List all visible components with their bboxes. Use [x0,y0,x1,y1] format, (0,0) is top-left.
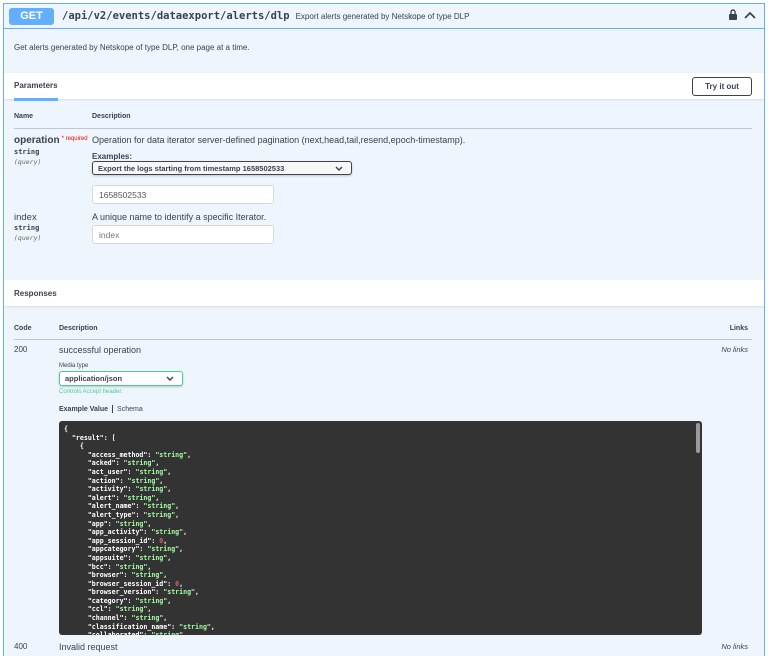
param-type: string [14,148,40,156]
responses-header: Responses [4,280,764,306]
response-code: 200 [14,345,28,354]
index-input[interactable]: index [92,225,274,244]
column-name-header: Name [14,113,34,120]
code-line: "category": "string", [64,596,172,605]
parameters-table: Name Description operation * required str… [4,99,764,279]
controls-accept-note: Controls Accept header. [59,389,123,395]
code-line: "appsuite": "string", [64,553,172,562]
divider [14,339,752,340]
examples-label: Examples: [92,152,133,161]
media-type-label: Media type [59,363,89,369]
operation-summary[interactable]: GET /api/v2/events/dataexport/alerts/dlp… [4,4,764,29]
code-line: "app_activity": "string", [64,528,188,537]
response-links: No links [721,642,748,651]
code-content: { "result": [ { "access_method": "string… [59,421,702,635]
chevron-down-icon [166,374,174,384]
lock-icon[interactable] [728,7,738,25]
param-name-operation: operation * required [14,135,88,146]
param-location: (query) [14,158,42,166]
column-links-header: Links [729,325,748,332]
tab-separator [112,405,114,413]
code-line: "act_user": "string", [64,467,172,476]
chevron-up-icon[interactable] [744,7,756,25]
tab-parameters[interactable]: Parameters [14,72,58,101]
param-description: A unique name to identify a specific Ite… [92,212,267,222]
code-line: "alert_name": "string", [64,502,180,511]
column-description-header: Description [92,113,131,120]
code-line: "alert_type": "string", [64,510,180,519]
code-line: "alert": "string", [64,493,160,502]
operation-block: GET /api/v2/events/dataexport/alerts/dlp… [3,3,765,656]
code-line: { [64,425,68,433]
example-value-code[interactable]: { "result": [ { "access_method": "string… [59,421,702,635]
chevron-down-icon [335,164,343,174]
code-line: "action": "string", [64,476,164,485]
parameters-header: Parameters Try it out [4,72,764,101]
response-links: No links [721,345,748,354]
endpoint-path: /api/v2/events/dataexport/alerts/dlp [62,10,290,22]
responses-table: Code Description Links 200 successful op… [4,307,764,656]
code-line: "ccl": "string", [64,605,152,614]
column-code-header: Code [14,325,32,332]
param-name-index: index [14,212,37,223]
code-line: "app_session_id": 0, [64,536,168,545]
code-line: "appcategory": "string", [64,545,184,554]
example-tabs: Example Value Schema [59,405,143,413]
response-description: Invalid request [59,642,118,652]
code-line: "app": "string", [64,519,152,528]
code-line: "browser_session_id": 0, [64,579,184,588]
code-line: "bcc": "string", [64,562,152,571]
code-line: "channel": "string", [64,614,168,623]
tab-example-value[interactable]: Example Value [59,406,108,413]
code-line: "classification_name": "string", [64,622,215,631]
code-line: "acked": "string", [64,459,160,468]
required-marker: * required [61,136,88,142]
code-line: { [64,442,84,451]
tab-schema[interactable]: Schema [117,406,143,413]
examples-select[interactable]: Export the logs starting from timestamp … [92,161,352,175]
code-line: "browser": "string", [64,571,168,580]
param-location: (query) [14,234,42,242]
operation-input[interactable]: 1658502533 [92,185,274,204]
try-it-out-button[interactable]: Try it out [692,77,752,96]
code-line: "collaborated": "string", [64,631,697,635]
code-line: "access_method": "string", [64,450,192,459]
operation-description: Get alerts generated by Netskope of type… [14,43,250,52]
endpoint-summary: Export alerts generated by Netskope of t… [295,11,470,21]
media-type-select[interactable]: application/json [59,371,183,386]
code-scrollbar[interactable] [696,423,700,453]
divider [14,128,752,129]
response-code: 400 [14,642,28,651]
response-description: successful operation [59,345,142,355]
param-type: string [14,224,40,232]
code-line: "browser_version": "string", [64,588,199,597]
code-line: "result": [ [64,433,116,442]
code-line: "activity": "string", [64,485,172,494]
summary-controls [728,7,756,25]
param-description: Operation for data iterator server-defin… [92,135,466,145]
column-description-header: Description [59,325,98,332]
http-method-badge: GET [9,7,54,25]
